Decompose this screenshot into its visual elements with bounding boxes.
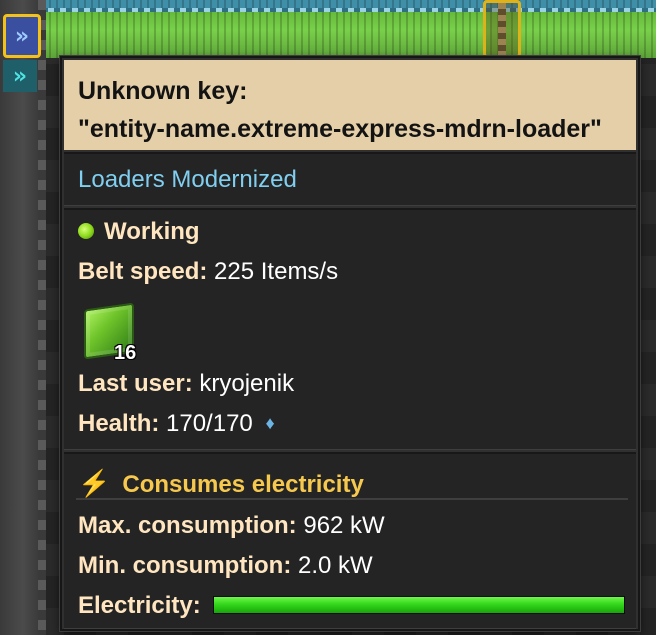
power-pole-icon[interactable] (483, 0, 521, 58)
transport-belt[interactable] (0, 0, 656, 58)
belt-speed-value: 225 Items/s (214, 258, 339, 285)
entity-info-panel: Working Belt speed: 225 Items/s 16 Last … (64, 208, 636, 450)
diamond-icon: ♦ (265, 413, 275, 433)
min-consumption-value: 2.0 kW (297, 552, 373, 579)
last-user-row: Last user: kryojenik (78, 370, 294, 398)
belt-speed-label: Belt speed: (78, 258, 208, 285)
entity-tooltip: Unknown key: "entity-name.extreme-expres… (60, 56, 640, 631)
max-consumption-label: Max. consumption: (78, 512, 297, 539)
health-label: Health: (78, 410, 160, 437)
max-consumption-value: 962 kW (303, 512, 385, 539)
tooltip-title-line2: "entity-name.extreme-express-mdrn-loader… (78, 115, 602, 143)
electricity-bar (213, 595, 626, 614)
status-light-icon (78, 222, 94, 239)
loader-icon[interactable]: » (3, 60, 37, 92)
health-value: 170/170 (166, 410, 253, 437)
belt-speed-row: Belt speed: 225 Items/s (78, 258, 338, 286)
selected-loader-icon[interactable]: » (3, 14, 41, 58)
status-row: Working (78, 218, 200, 246)
min-consumption-label: Min. consumption: (78, 552, 292, 579)
max-consumption-row: Max. consumption: 962 kW (78, 512, 385, 540)
energy-header-text: Consumes electricity (122, 471, 364, 498)
tooltip-title-line1: Unknown key: (78, 77, 248, 105)
divider (76, 498, 628, 500)
energy-header: ⚡ Consumes electricity (78, 468, 364, 499)
electricity-bar-fill (214, 596, 625, 613)
electricity-row: Electricity: (78, 592, 626, 620)
health-row: Health: 170/170 ♦ (78, 410, 275, 438)
energy-panel: ⚡ Consumes electricity Max. consumption: … (64, 452, 636, 629)
electricity-label: Electricity: (78, 592, 201, 619)
last-user-value: kryojenik (199, 370, 295, 397)
status-text: Working (104, 218, 200, 245)
tooltip-header: Unknown key: "entity-name.extreme-expres… (64, 60, 636, 150)
conveyor-column (0, 0, 46, 635)
item-count: 16 (114, 342, 137, 364)
min-consumption-row: Min. consumption: 2.0 kW (78, 552, 373, 580)
mod-panel: Loaders Modernized (64, 152, 636, 206)
last-user-label: Last user: (78, 370, 193, 397)
lightning-icon: ⚡ (78, 468, 111, 498)
mod-name: Loaders Modernized (78, 166, 297, 193)
item-slot[interactable]: 16 (80, 302, 144, 366)
